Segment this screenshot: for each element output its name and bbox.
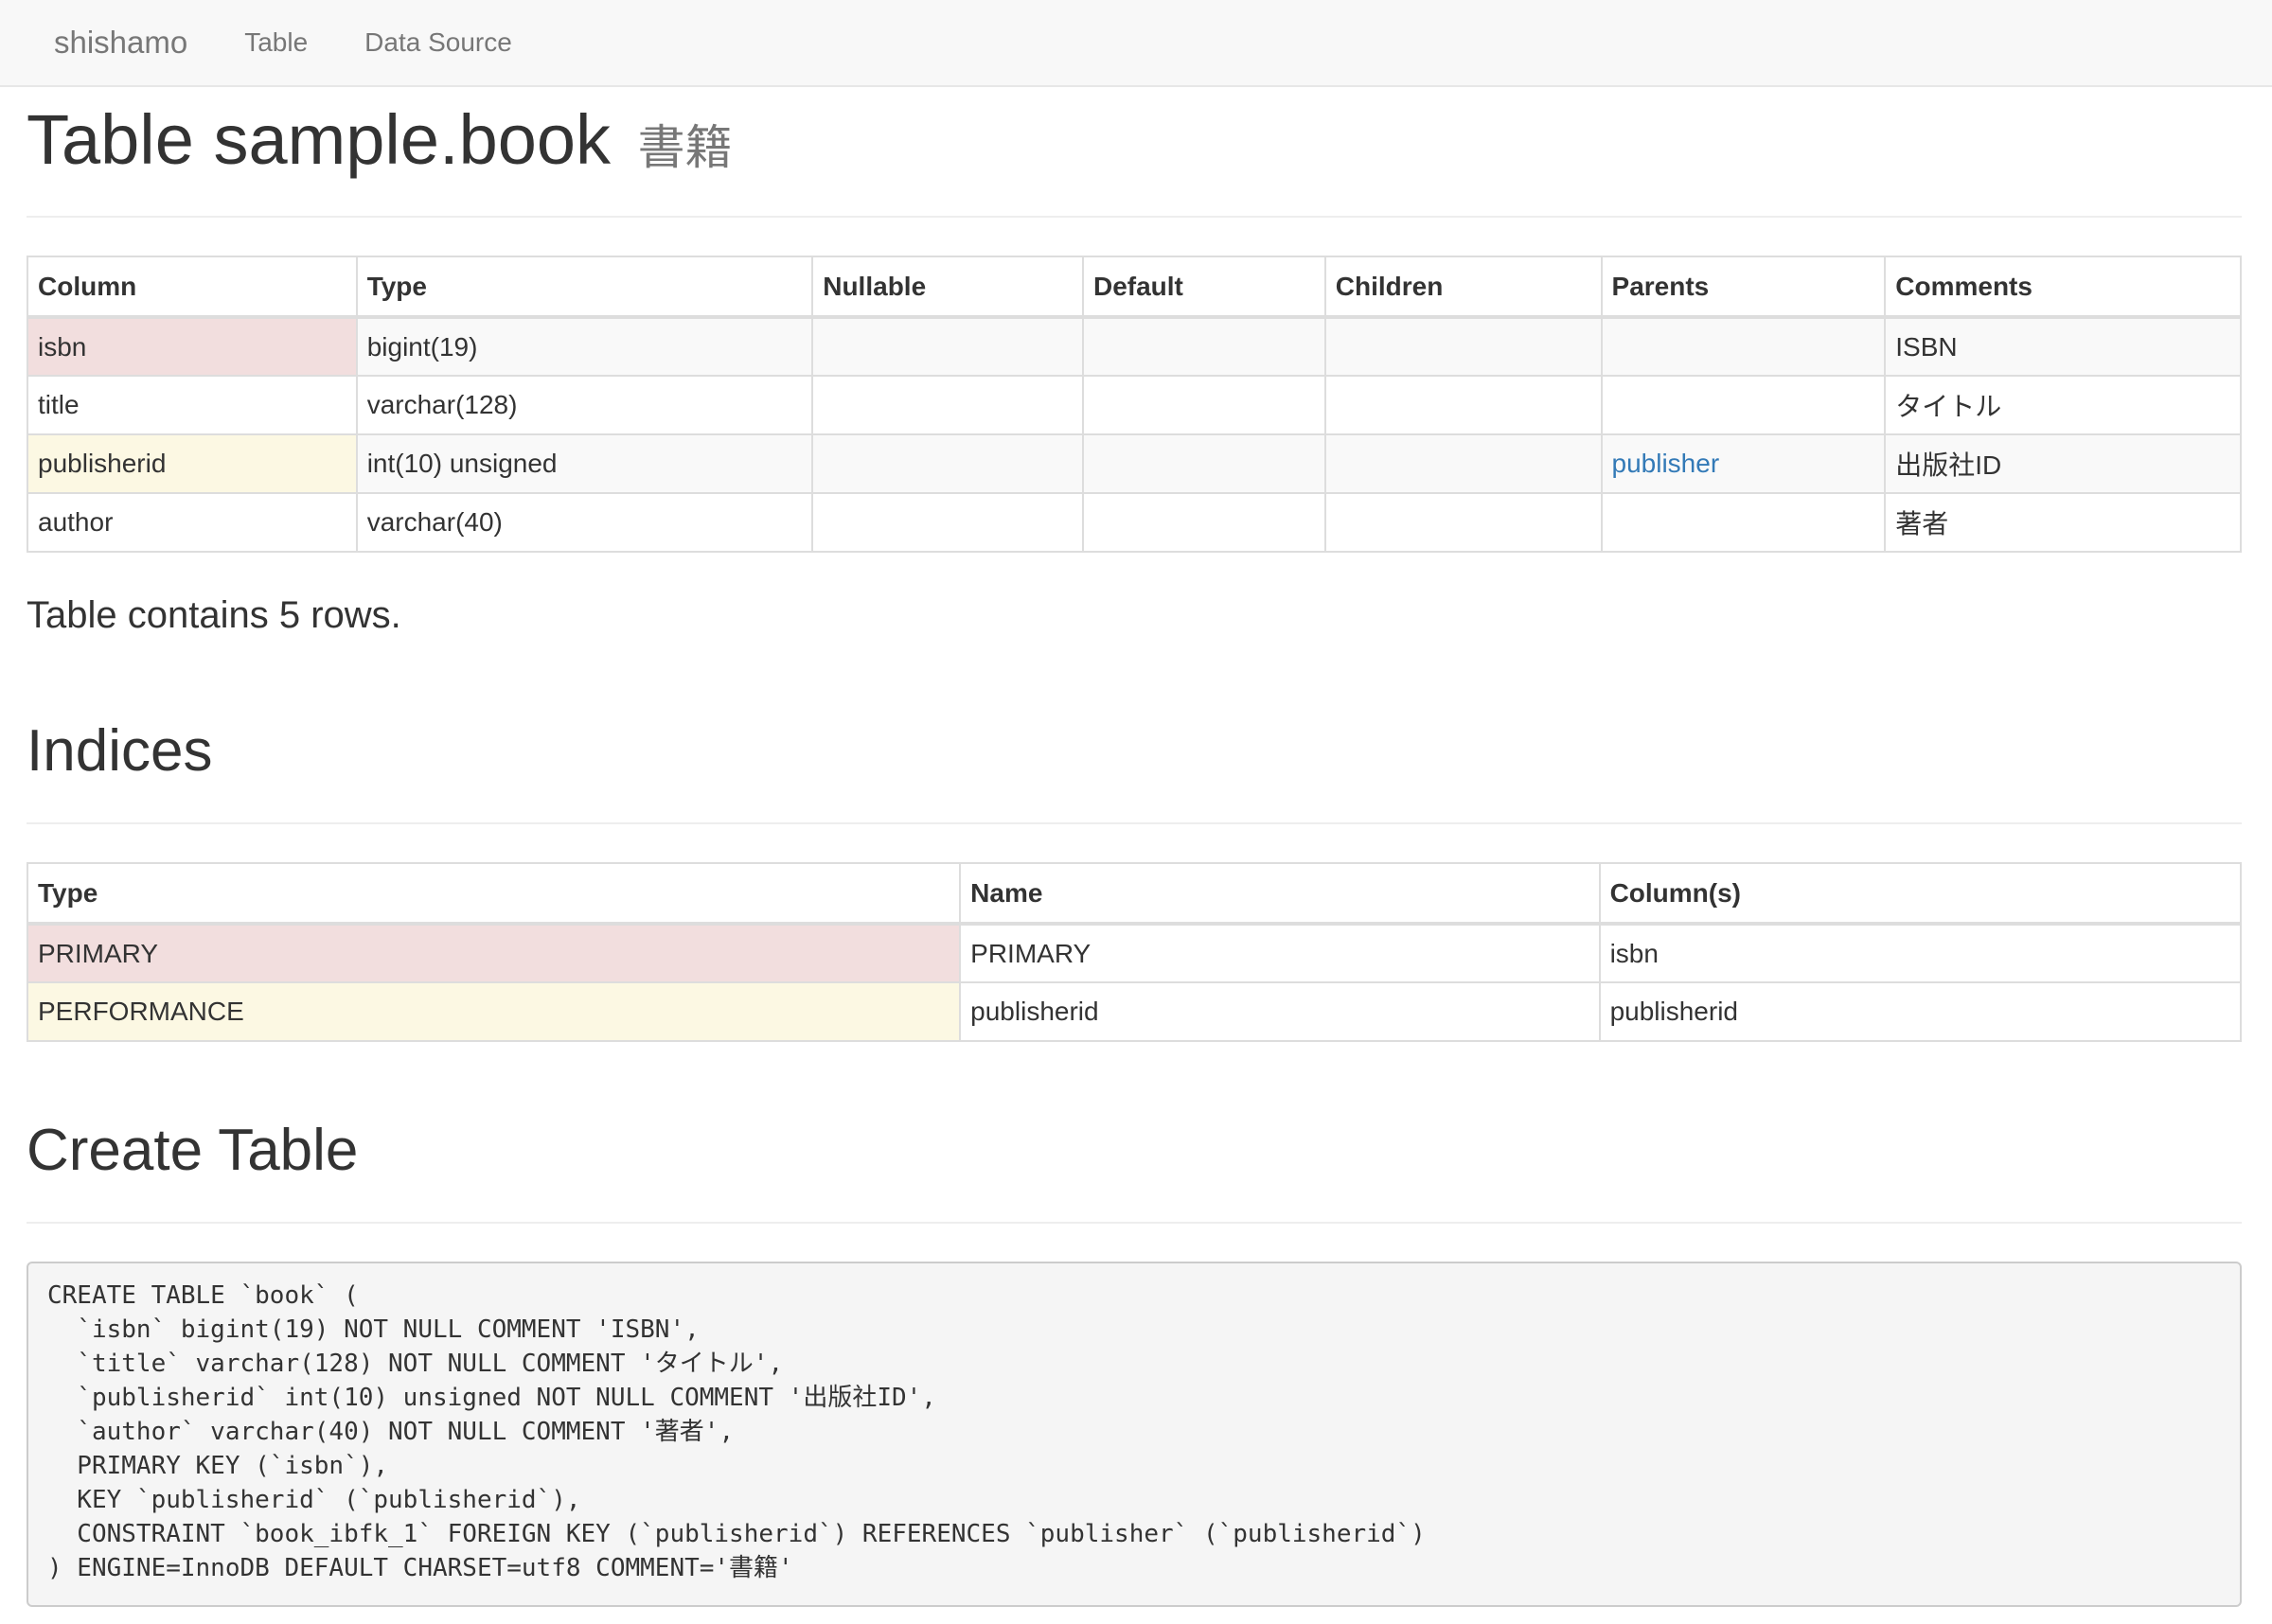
table-row: isbn bigint(19) ISBN [27,316,2242,377]
cell-comments: 出版社ID [1884,433,2242,494]
cell-index-name: PRIMARY [959,923,1601,983]
cell-nullable [811,375,1084,435]
cell-default [1081,375,1326,435]
cell-parents [1600,492,1887,553]
header-children: Children [1323,256,1603,319]
cell-comments: ISBN [1884,316,2242,377]
divider [27,216,2242,218]
header-nullable: Nullable [811,256,1084,319]
cell-default [1081,492,1326,553]
cell-column: isbn [27,316,358,377]
divider [27,1222,2242,1224]
cell-column: author [27,492,358,553]
table-row: PERFORMANCE publisherid publisherid [26,981,2243,1042]
indices-table: Type Name Column(s) PRIMARY PRIMARY isbn… [26,862,2243,1042]
cell-parents: publisher [1600,433,1887,494]
row-count-text: Table contains 5 rows. [27,594,401,636]
cell-type: int(10) unsigned [355,433,814,494]
brand-link[interactable]: shishamo [54,25,187,61]
cell-type: bigint(19) [355,316,814,377]
header-column: Column [27,256,358,319]
cell-nullable [811,492,1084,553]
cell-parents [1600,375,1887,435]
header-type: Type [355,256,814,319]
cell-index-columns: isbn [1598,923,2243,983]
header-type: Type [26,862,962,926]
cell-nullable [811,316,1084,377]
page-title-text: Table sample.book [27,100,612,179]
main-content: Table sample.book 書籍 Column Type Nullabl… [26,87,2243,1607]
cell-index-type: PERFORMANCE [26,981,962,1042]
cell-column: title [27,375,358,435]
nav-link-table[interactable]: Table [244,27,308,58]
columns-table: Column Type Nullable Default Children Pa… [27,256,2242,553]
header-name: Name [959,862,1601,926]
divider [27,822,2242,824]
create-table-sql: CREATE TABLE `book` ( `isbn` bigint(19) … [27,1262,2242,1607]
cell-comments: 著者 [1884,492,2242,553]
table-header-row: Column Type Nullable Default Children Pa… [27,256,2242,319]
parent-table-link-publisher[interactable]: publisher [1612,449,1720,478]
header-columns: Column(s) [1598,862,2243,926]
cell-default [1081,316,1326,377]
cell-parents [1600,316,1887,377]
cell-default [1081,433,1326,494]
cell-index-columns: publisherid [1598,981,2243,1042]
cell-children [1323,433,1603,494]
cell-children [1323,375,1603,435]
cell-type: varchar(40) [355,492,814,553]
create-table-heading: Create Table [27,1118,359,1183]
header-parents: Parents [1600,256,1887,319]
header-comments: Comments [1884,256,2242,319]
nav-link-data-source[interactable]: Data Source [364,27,512,58]
table-row: author varchar(40) 著者 [27,492,2242,553]
cell-children [1323,492,1603,553]
cell-comments: タイトル [1884,375,2242,435]
page-subtitle: 書籍 [637,121,733,174]
cell-index-type: PRIMARY [26,923,962,983]
table-row: PRIMARY PRIMARY isbn [26,923,2243,983]
cell-index-name: publisherid [959,981,1601,1042]
navbar: shishamo Table Data Source [0,0,2272,87]
cell-column: publisherid [27,433,358,494]
header-default: Default [1081,256,1326,319]
cell-children [1323,316,1603,377]
table-row: publisherid int(10) unsigned publisher 出… [27,433,2242,494]
cell-type: varchar(128) [355,375,814,435]
cell-nullable [811,433,1084,494]
indices-heading: Indices [27,718,213,784]
page-title: Table sample.book 書籍 [27,102,2242,178]
table-row: title varchar(128) タイトル [27,375,2242,435]
table-header-row: Type Name Column(s) [26,862,2243,926]
